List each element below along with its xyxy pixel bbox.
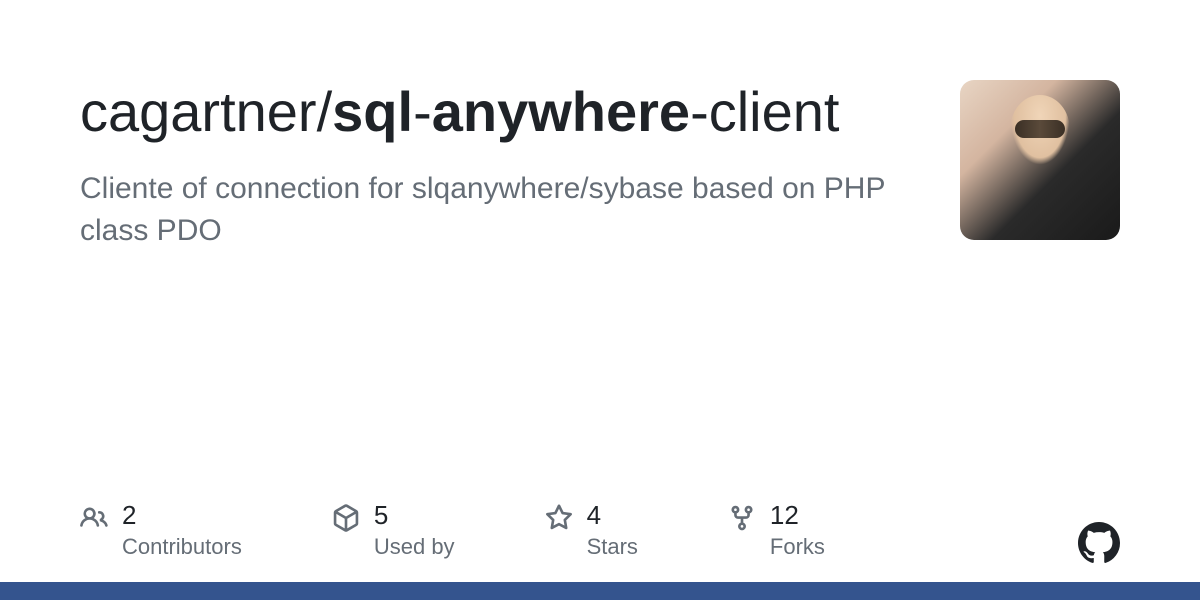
stat-contributors: 2 Contributors: [80, 502, 242, 560]
repo-title: cagartner/sql-anywhere-client: [80, 80, 910, 144]
avatar: [960, 80, 1120, 240]
repo-name-part2: anywhere: [432, 80, 690, 143]
repo-name-suffix: -client: [690, 80, 839, 143]
contributors-count: 2: [122, 502, 242, 528]
stats-row: 2 Contributors 5 Used by 4 Stars 12 Fork…: [80, 502, 1120, 560]
stat-stars: 4 Stars: [545, 502, 638, 560]
text-block: cagartner/sql-anywhere-client Cliente of…: [80, 80, 910, 252]
forks-label: Forks: [770, 534, 825, 560]
repo-card: cagartner/sql-anywhere-client Cliente of…: [0, 0, 1200, 600]
fork-icon: [728, 504, 756, 532]
star-icon: [545, 504, 573, 532]
usedby-label: Used by: [374, 534, 455, 560]
repo-description: Cliente of connection for slqanywhere/sy…: [80, 168, 910, 252]
stat-usedby: 5 Used by: [332, 502, 455, 560]
stars-label: Stars: [587, 534, 638, 560]
repo-owner: cagartner: [80, 80, 317, 143]
forks-count: 12: [770, 502, 825, 528]
header-row: cagartner/sql-anywhere-client Cliente of…: [80, 80, 1120, 252]
people-icon: [80, 504, 108, 532]
github-logo-icon: [1078, 522, 1120, 564]
contributors-label: Contributors: [122, 534, 242, 560]
accent-bar: [0, 582, 1200, 600]
usedby-count: 5: [374, 502, 455, 528]
package-icon: [332, 504, 360, 532]
repo-name-part1: sql: [332, 80, 413, 143]
stars-count: 4: [587, 502, 638, 528]
stat-forks: 12 Forks: [728, 502, 825, 560]
